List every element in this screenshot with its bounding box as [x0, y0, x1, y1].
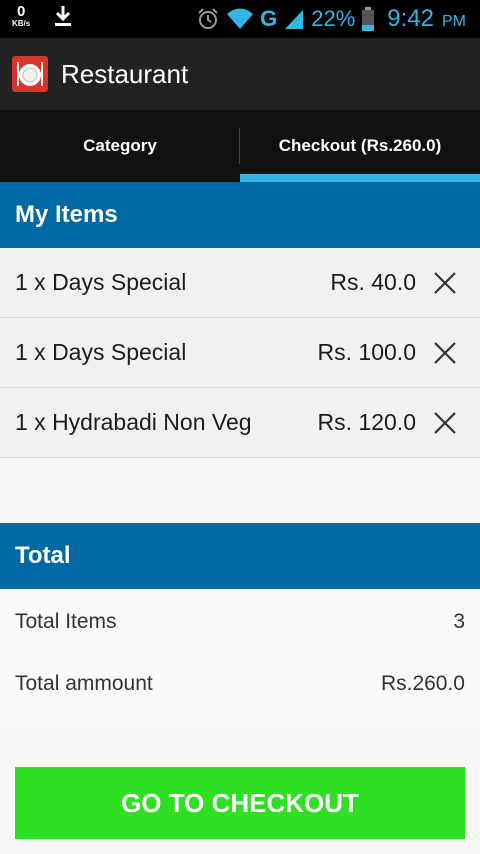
network-type: G — [260, 6, 278, 31]
total-items-row: Total Items 3 — [15, 610, 465, 634]
status-left: 0 KB/s — [12, 4, 74, 28]
cart-item-price: Rs. 120.0 — [317, 409, 416, 435]
clock-ampm: PM — [442, 13, 466, 30]
total-items-label: Total Items — [15, 610, 117, 633]
status-bar: 0 KB/s G 22% 9:42 PM — [0, 0, 480, 38]
tab-category-label: Category — [83, 136, 157, 155]
app-title: Restaurant — [61, 58, 189, 89]
download-icon — [55, 6, 72, 26]
network-speed-value: 0 — [16, 3, 26, 20]
battery-percent: 22% — [311, 6, 356, 31]
battery-icon — [362, 7, 375, 31]
total-header: Total — [0, 523, 480, 589]
cart-item-row: 1 x Hydrabadi Non Veg Rs. 120.0 — [0, 388, 480, 458]
network-speed-unit: KB/s — [12, 19, 31, 28]
cart-item-row: 1 x Days Special Rs. 40.0 — [0, 248, 480, 318]
total-amount-row: Total ammount Rs.260.0 — [15, 672, 465, 696]
total-items-value: 3 — [453, 610, 465, 633]
totals-panel: Total Items 3 Total ammount Rs.260.0 — [0, 589, 480, 729]
alarm-icon — [198, 8, 218, 29]
cart-item-row: 1 x Days Special Rs. 100.0 — [0, 318, 480, 388]
tab-category[interactable]: Category — [0, 110, 240, 182]
cart-item-price: Rs. 100.0 — [317, 339, 416, 365]
action-bar: Restaurant — [0, 38, 480, 110]
close-icon[interactable] — [430, 268, 460, 298]
my-items-header: My Items — [0, 182, 480, 248]
close-icon[interactable] — [430, 408, 460, 438]
restaurant-logo-icon[interactable] — [12, 56, 48, 92]
status-right: G 22% 9:42 PM — [196, 0, 466, 38]
clock-time: 9:42 — [387, 5, 434, 32]
tab-bar: Category Checkout (Rs.260.0) — [0, 110, 480, 182]
signal-icon — [285, 10, 304, 29]
wifi-icon — [227, 8, 254, 29]
cart-item-price: Rs. 40.0 — [330, 269, 416, 295]
tab-checkout-label: Checkout (Rs.260.0) — [278, 136, 442, 155]
cart-item-list: 1 x Days Special Rs. 40.0 1 x Days Speci… — [0, 248, 480, 458]
network-speed: 0 KB/s — [12, 4, 30, 28]
cart-item-name: 1 x Hydrabadi Non Veg — [15, 409, 252, 435]
total-amount-label: Total ammount — [15, 672, 153, 695]
cart-item-name: 1 x Days Special — [15, 269, 187, 295]
total-amount-value: Rs.260.0 — [380, 672, 465, 695]
cart-item-name: 1 x Days Special — [15, 339, 187, 365]
close-icon[interactable] — [430, 338, 460, 368]
go-to-checkout-button[interactable]: GO TO CHECKOUT — [15, 767, 465, 839]
tab-checkout[interactable]: Checkout (Rs.260.0) — [240, 110, 480, 182]
